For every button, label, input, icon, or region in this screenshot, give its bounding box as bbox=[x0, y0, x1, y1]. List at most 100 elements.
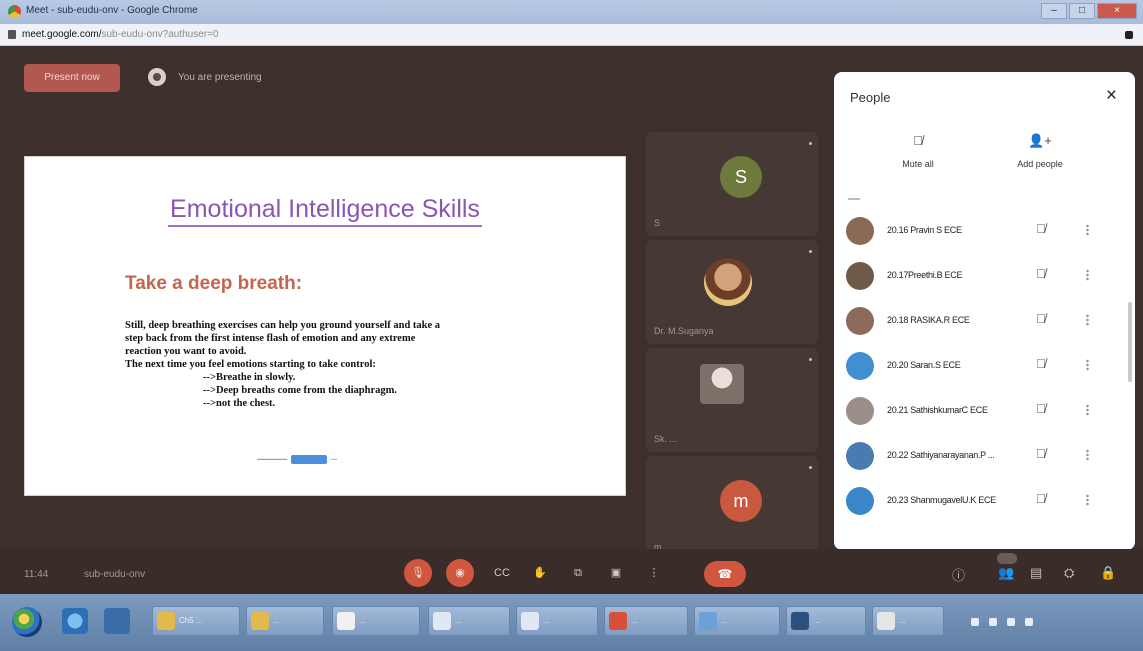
mic-off-icon[interactable]: 🎙̸ bbox=[1036, 222, 1046, 236]
avatar bbox=[846, 352, 874, 380]
camera-off-button[interactable]: ◉ bbox=[446, 559, 474, 587]
close-window-icon[interactable]: × bbox=[1097, 3, 1137, 19]
volume-icon[interactable] bbox=[989, 618, 997, 626]
taskbar-item[interactable]: ... bbox=[516, 606, 598, 636]
list-divider bbox=[848, 198, 860, 200]
start-button-icon[interactable] bbox=[12, 607, 42, 637]
raise-hand-button[interactable]: ✋ bbox=[526, 559, 554, 587]
url-path: sub-eudu-onv?authuser=0 bbox=[101, 29, 219, 40]
participant-tile[interactable]: Dr. M.Suganya bbox=[646, 240, 818, 344]
participant-row[interactable]: 20.21 SathishkumarC ECE 🎙̸ bbox=[834, 392, 1135, 437]
people-icon[interactable]: 👥 bbox=[998, 565, 1014, 581]
mic-off-icon[interactable]: 🎙̸ bbox=[1036, 402, 1046, 416]
participant-tile[interactable]: Sk. ... bbox=[646, 348, 818, 452]
taskbar-item[interactable]: ... bbox=[604, 606, 688, 636]
hide-share-bar-link[interactable]: ━━ bbox=[331, 457, 345, 463]
activities-button[interactable]: ▣ bbox=[602, 559, 630, 587]
meeting-code: sub-eudu-onv bbox=[84, 569, 146, 580]
participant-tile[interactable]: S S bbox=[646, 132, 818, 236]
mic-off-icon[interactable]: 🎙̸ bbox=[1036, 312, 1046, 326]
add-people-button[interactable]: 👤+ Add people bbox=[1000, 134, 1080, 172]
more-options-icon[interactable]: ⋮ bbox=[640, 559, 668, 587]
present-screen-button[interactable]: ⧉ bbox=[564, 559, 592, 587]
taskbar-item[interactable]: ... bbox=[332, 606, 420, 636]
stop-sharing-button[interactable] bbox=[291, 455, 328, 464]
slide-body-line: The next time you feel emotions starting… bbox=[125, 359, 376, 370]
taskbar-item-label: ... bbox=[813, 616, 820, 625]
close-icon[interactable]: × bbox=[1106, 86, 1117, 105]
host-controls-icon[interactable]: 🔒 bbox=[1100, 565, 1116, 581]
activities-icon[interactable]: ⛭ bbox=[1064, 565, 1074, 581]
avatar bbox=[846, 487, 874, 515]
participant-row[interactable]: 20.23 ShanmugavelU.K ECE 🎙̸ bbox=[834, 482, 1135, 527]
system-tray bbox=[947, 608, 1135, 638]
taskbar-item[interactable]: Ch5 ... bbox=[152, 606, 240, 636]
mic-off-icon[interactable]: 🎙̸ bbox=[1036, 267, 1046, 281]
more-options-icon[interactable] bbox=[1086, 224, 1089, 236]
folder-icon bbox=[157, 612, 175, 630]
more-options-icon[interactable] bbox=[1086, 449, 1089, 461]
tile-menu-icon[interactable] bbox=[809, 358, 812, 361]
url-text[interactable]: meet.google.com/sub-eudu-onv?authuser=0 bbox=[22, 29, 219, 40]
captions-button[interactable]: CC bbox=[488, 559, 516, 587]
add-people-label: Add people bbox=[1017, 159, 1063, 169]
tray-arrow-icon[interactable] bbox=[1025, 618, 1033, 626]
taskbar-item[interactable]: ... bbox=[786, 606, 866, 636]
taskbar-item[interactable]: ... bbox=[872, 606, 944, 636]
ie-icon[interactable] bbox=[62, 608, 88, 634]
mic-off-button[interactable]: 🎙 bbox=[404, 559, 432, 587]
participant-row[interactable]: 20.22 Sathiyanarayanan.P ... 🎙̸ bbox=[834, 437, 1135, 482]
participant-row[interactable]: 20.17Preethi.B ECE 🎙̸ bbox=[834, 257, 1135, 302]
presenter-label: You are presenting bbox=[148, 68, 262, 86]
participant-row[interactable]: 20.20 Saran.S ECE 🎙̸ bbox=[834, 347, 1135, 392]
tile-menu-icon[interactable] bbox=[809, 250, 812, 253]
end-call-button[interactable]: ☎ bbox=[704, 561, 746, 587]
screen-share-bar: ━━━━━━━━━━ ━━ bbox=[257, 455, 345, 464]
explorer-icon[interactable] bbox=[104, 608, 130, 634]
more-options-icon[interactable] bbox=[1086, 269, 1089, 281]
taskbar-item[interactable]: ... bbox=[246, 606, 324, 636]
info-icon[interactable]: ⓘ bbox=[952, 565, 965, 584]
participant-tile[interactable]: m m bbox=[646, 456, 818, 560]
participant-row[interactable]: 20.18 RASIKA.R ECE 🎙̸ bbox=[834, 302, 1135, 347]
participant-name: 20.23 ShanmugavelU.K ECE bbox=[887, 495, 996, 505]
meet-control-bar: 11:44 sub-eudu-onv 🎙 ◉ CC ✋ ⧉ ▣ ⋮ ☎ ⓘ 👥 … bbox=[0, 549, 1143, 594]
mic-off-icon[interactable]: 🎙̸ bbox=[1036, 447, 1046, 461]
taskbar-item[interactable]: ... bbox=[694, 606, 780, 636]
meeting-time: 11:44 bbox=[24, 569, 49, 580]
tile-menu-icon[interactable] bbox=[809, 466, 812, 469]
avatar bbox=[704, 258, 752, 306]
power-icon[interactable] bbox=[1007, 618, 1015, 626]
address-bar[interactable]: meet.google.com/sub-eudu-onv?authuser=0 bbox=[0, 24, 1143, 46]
app-icon bbox=[791, 612, 809, 630]
mic-off-icon[interactable]: 🎙̸ bbox=[1036, 357, 1046, 371]
avatar bbox=[846, 442, 874, 470]
extension-icon[interactable] bbox=[1125, 31, 1133, 39]
window-title: Meet - sub-eudu-onv - Google Chrome bbox=[26, 5, 198, 16]
presenting-icon bbox=[148, 68, 166, 86]
tile-menu-icon[interactable] bbox=[809, 142, 812, 145]
document-icon bbox=[433, 612, 451, 630]
more-options-icon[interactable] bbox=[1086, 314, 1089, 326]
tile-name: Dr. M.Suganya bbox=[654, 326, 714, 336]
participant-name: 20.17Preethi.B ECE bbox=[887, 270, 963, 280]
avatar bbox=[846, 397, 874, 425]
participant-name: 20.18 RASIKA.R ECE bbox=[887, 315, 970, 325]
network-icon[interactable] bbox=[971, 618, 979, 626]
mic-off-icon[interactable]: 🎙̸ bbox=[1036, 492, 1046, 506]
participant-row[interactable]: 20.16 Pravin S ECE 🎙̸ bbox=[834, 212, 1135, 257]
present-now-button[interactable]: Present now bbox=[24, 64, 120, 92]
more-options-icon[interactable] bbox=[1086, 494, 1089, 506]
people-panel: People × 🎙̸ Mute all 👤+ Add people 20.16… bbox=[834, 72, 1135, 550]
maximize-icon[interactable]: □ bbox=[1069, 3, 1095, 19]
mute-all-button[interactable]: 🎙̸ Mute all bbox=[878, 134, 958, 172]
participant-list: 20.16 Pravin S ECE 🎙̸ 20.17Preethi.B ECE… bbox=[834, 212, 1135, 527]
more-options-icon[interactable] bbox=[1086, 404, 1089, 416]
slide-title: Emotional Intelligence Skills bbox=[25, 195, 625, 227]
taskbar-item[interactable]: ... bbox=[428, 606, 510, 636]
chat-icon[interactable]: ▤ bbox=[1030, 565, 1042, 581]
participant-name: 20.20 Saran.S ECE bbox=[887, 360, 961, 370]
people-scrollbar[interactable] bbox=[1128, 302, 1132, 382]
minimize-icon[interactable]: – bbox=[1041, 3, 1067, 19]
more-options-icon[interactable] bbox=[1086, 359, 1089, 371]
